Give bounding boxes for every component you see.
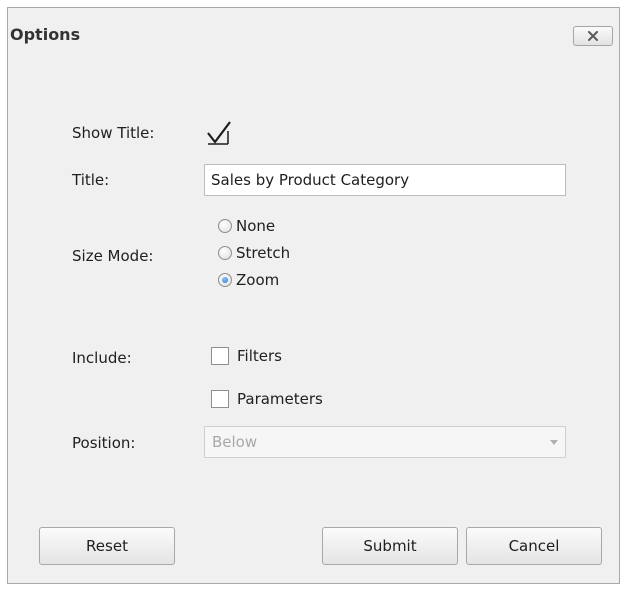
dropdown-arrow-icon xyxy=(550,439,558,445)
cancel-button[interactable]: Cancel xyxy=(466,527,602,565)
close-button[interactable] xyxy=(573,26,613,46)
options-dialog: Options Show Title: Title: Size Mode: No… xyxy=(7,7,620,584)
radio-button[interactable] xyxy=(218,219,232,233)
position-value: Below xyxy=(212,433,258,451)
show-title-label: Show Title: xyxy=(72,124,155,142)
close-icon xyxy=(588,31,598,41)
checkmark-icon xyxy=(207,121,231,145)
radio-label-none: None xyxy=(236,217,276,235)
radio-label-zoom: Zoom xyxy=(236,271,280,289)
size-mode-label: Size Mode: xyxy=(72,247,154,265)
parameters-checkbox[interactable] xyxy=(211,390,229,408)
dialog-titlebar[interactable]: Options xyxy=(8,8,619,58)
radio-label-stretch: Stretch xyxy=(236,244,291,262)
parameters-label: Parameters xyxy=(237,390,323,408)
include-label: Include: xyxy=(72,349,132,367)
size-mode-radio-none[interactable]: None xyxy=(218,217,275,235)
filters-checkbox[interactable] xyxy=(211,347,229,365)
reset-button[interactable]: Reset xyxy=(39,527,175,565)
size-mode-radio-stretch[interactable]: Stretch xyxy=(218,244,290,262)
position-label: Position: xyxy=(72,434,136,452)
filters-label: Filters xyxy=(237,347,282,365)
show-title-checkbox[interactable] xyxy=(206,120,232,146)
position-dropdown[interactable]: Below xyxy=(204,426,566,458)
title-label: Title: xyxy=(72,171,110,189)
radio-button-selected[interactable] xyxy=(218,273,232,287)
include-parameters[interactable]: Parameters xyxy=(211,390,323,408)
size-mode-radio-zoom[interactable]: Zoom xyxy=(218,271,279,289)
title-input[interactable] xyxy=(204,164,566,196)
dialog-title: Options xyxy=(10,25,81,44)
include-filters[interactable]: Filters xyxy=(211,347,282,365)
submit-button[interactable]: Submit xyxy=(322,527,458,565)
radio-button[interactable] xyxy=(218,246,232,260)
